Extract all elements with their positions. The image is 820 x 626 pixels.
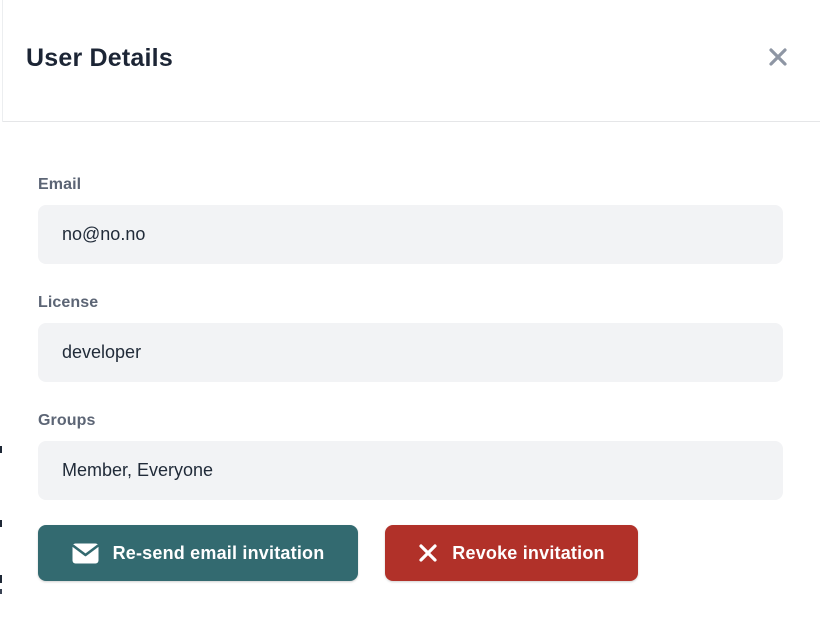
revoke-invitation-button[interactable]: Revoke invitation <box>385 525 638 581</box>
modal-header: User Details <box>3 0 820 122</box>
x-icon <box>418 543 438 563</box>
button-row: Re-send email invitation Revoke invitati… <box>38 525 783 581</box>
license-field-group: License developer <box>38 294 783 382</box>
modal-body: Email no@no.no License developer Groups … <box>3 123 820 626</box>
groups-field[interactable]: Member, Everyone <box>38 441 783 500</box>
resend-invitation-button[interactable]: Re-send email invitation <box>38 525 358 581</box>
resend-invitation-label: Re-send email invitation <box>113 543 325 564</box>
background-text-fragment <box>0 520 2 527</box>
user-details-modal: User Details Email no@no.no License deve… <box>3 0 820 626</box>
close-icon <box>766 45 790 69</box>
email-label: Email <box>38 176 783 194</box>
groups-label: Groups <box>38 412 783 430</box>
license-label: License <box>38 294 783 312</box>
close-button[interactable] <box>764 43 792 71</box>
groups-field-group: Groups Member, Everyone <box>38 412 783 500</box>
revoke-invitation-label: Revoke invitation <box>452 543 604 564</box>
email-field-group: Email no@no.no <box>38 176 783 264</box>
background-text-fragment <box>0 575 2 583</box>
background-text-fragment <box>0 589 2 594</box>
license-field[interactable]: developer <box>38 323 783 382</box>
email-field[interactable]: no@no.no <box>38 205 783 264</box>
modal-title: User Details <box>26 44 173 73</box>
screen: User Details Email no@no.no License deve… <box>0 0 820 626</box>
envelope-icon <box>72 543 99 564</box>
background-text-fragment <box>0 446 2 453</box>
